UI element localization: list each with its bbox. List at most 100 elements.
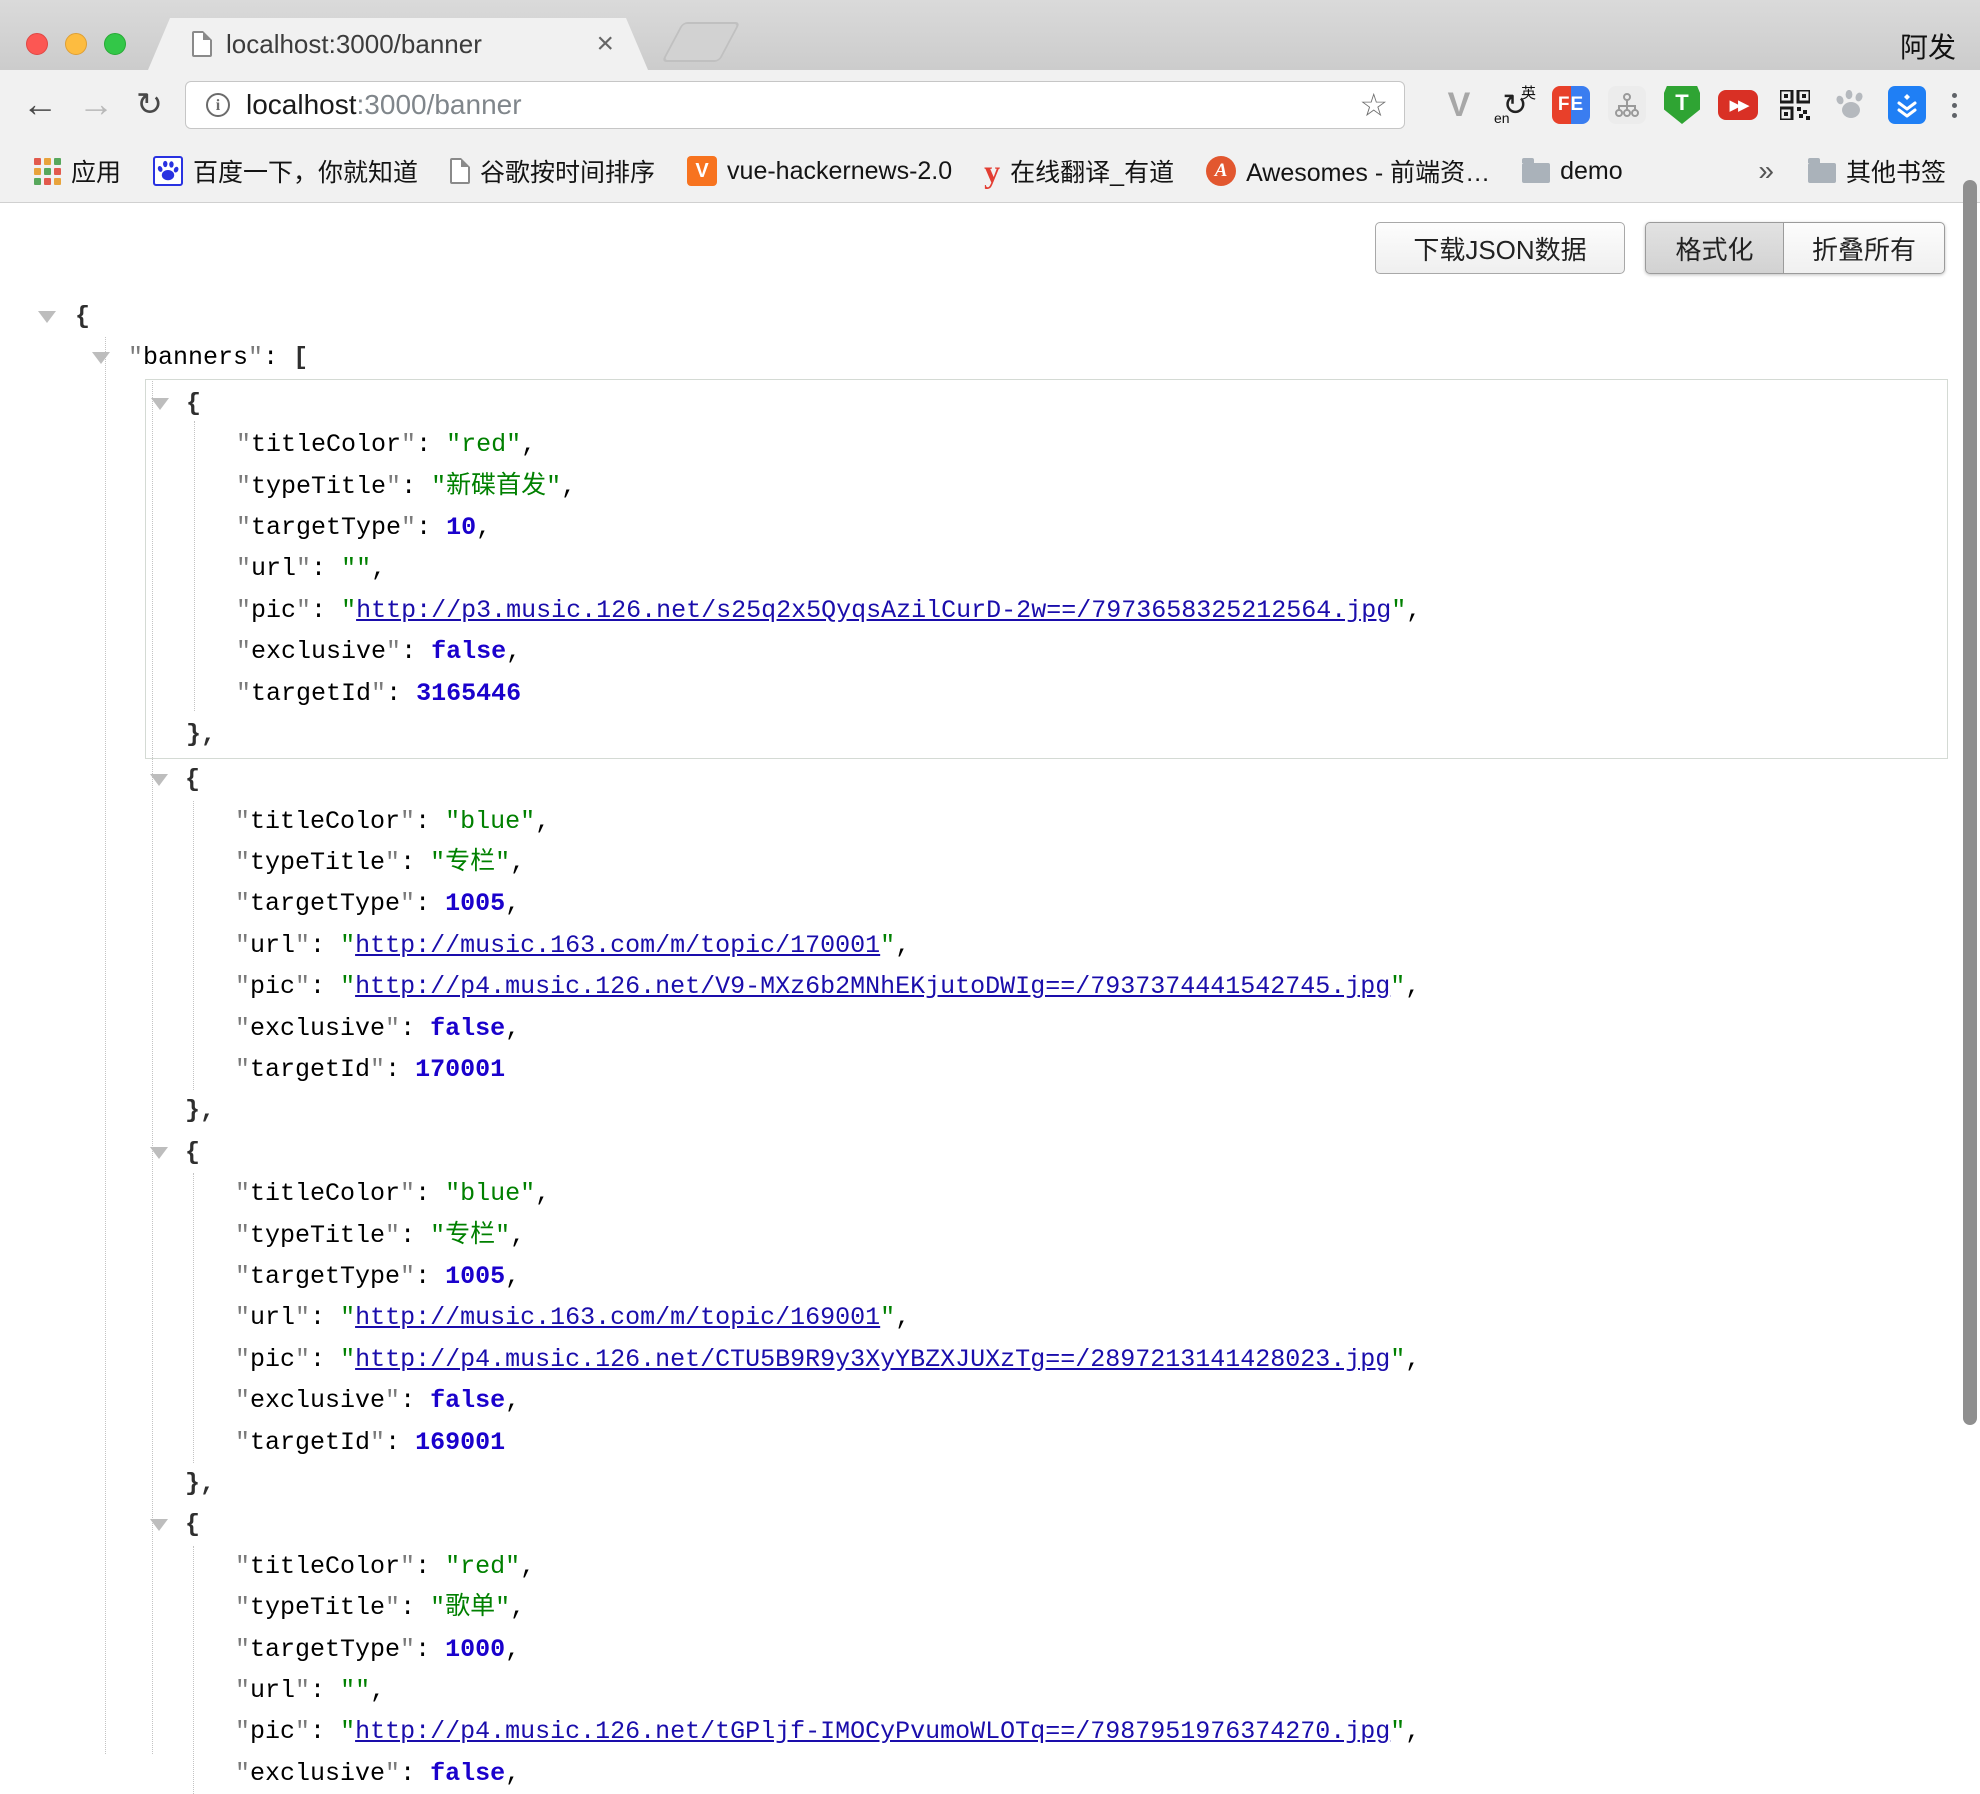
json-token: "新碟首发" — [431, 472, 561, 501]
json-line: "titleColor": "blue", — [0, 1173, 1980, 1214]
json-token: : — [400, 1759, 430, 1788]
bookmark-label: 百度一下，你就知道 — [193, 153, 418, 189]
download-json-button[interactable]: 下载JSON数据 — [1375, 222, 1625, 274]
json-token: : — [263, 343, 293, 372]
json-link[interactable]: http://p3.music.126.net/s25q2x5QyqsAzilC… — [356, 596, 1391, 625]
zoom-window-button[interactable] — [104, 33, 126, 55]
json-token: "red" — [446, 430, 521, 459]
json-token: " — [400, 889, 415, 918]
vue-devtools-icon[interactable]: V — [1440, 86, 1478, 124]
format-button[interactable]: 格式化 — [1645, 222, 1783, 274]
bookmark-youdao[interactable]: y 在线翻译_有道 — [976, 153, 1182, 190]
json-token: }, — [185, 1469, 215, 1498]
json-token: " — [295, 972, 310, 1001]
json-link[interactable]: http://p4.music.126.net/CTU5B9R9y3XyYBZX… — [355, 1345, 1390, 1374]
collapse-toggle-icon[interactable] — [150, 1147, 168, 1159]
forward-icon[interactable]: → — [78, 84, 114, 124]
page-info-icon[interactable]: i — [206, 93, 230, 117]
bookmark-demo-folder[interactable]: demo — [1514, 157, 1631, 186]
json-token: 1005 — [445, 1262, 505, 1291]
bookmark-label: 谷歌按时间排序 — [480, 153, 655, 189]
json-token: url — [251, 554, 296, 583]
bookmark-vue-hackernews[interactable]: V vue-hackernews-2.0 — [679, 156, 960, 186]
downloader-icon[interactable] — [1888, 86, 1926, 124]
json-link[interactable]: http://p4.music.126.net/tGPljf-IMOCyPvum… — [355, 1717, 1390, 1746]
json-token: " — [385, 1386, 400, 1415]
json-token: " — [340, 1345, 355, 1374]
bookmark-label: 应用 — [71, 153, 121, 189]
collapse-toggle-icon[interactable] — [150, 1519, 168, 1531]
json-line: "exclusive": false, — [0, 1753, 1980, 1794]
json-token: }, — [186, 720, 216, 749]
minimize-window-button[interactable] — [65, 33, 87, 55]
json-token: : — [401, 637, 431, 666]
json-token: " — [235, 1179, 250, 1208]
shield-t-icon[interactable]: T — [1664, 86, 1700, 124]
back-icon[interactable]: ← — [22, 84, 58, 124]
view-mode-button-group: 格式化 折叠所有 — [1645, 222, 1945, 274]
bookmark-google-sort[interactable]: 谷歌按时间排序 — [442, 153, 663, 189]
json-token: { — [186, 389, 201, 418]
bookmark-label: vue-hackernews-2.0 — [727, 157, 952, 186]
json-token: " — [400, 1179, 415, 1208]
close-window-button[interactable] — [26, 33, 48, 55]
fast-forward-icon[interactable]: ▶▶ — [1718, 90, 1758, 120]
fe-extension-icon[interactable]: FE — [1552, 86, 1590, 124]
reload-icon[interactable]: ↻ — [136, 84, 163, 124]
json-link[interactable]: http://music.163.com/m/topic/169001 — [355, 1303, 880, 1332]
json-token: " — [296, 554, 311, 583]
bookmark-awesomes[interactable]: A Awesomes - 前端资… — [1198, 153, 1498, 189]
json-token: " — [400, 1262, 415, 1291]
address-bar[interactable]: i localhost:3000/banner ☆ — [185, 81, 1405, 129]
bookmark-apps[interactable]: 应用 — [26, 153, 129, 189]
collapse-toggle-icon[interactable] — [38, 311, 56, 323]
json-token: false — [430, 1014, 505, 1043]
bookmarks-overflow-chevron[interactable]: » — [1748, 155, 1784, 187]
json-line: }, — [0, 1090, 1980, 1131]
json-token: , — [476, 513, 491, 542]
collapse-toggle-icon[interactable] — [151, 398, 169, 410]
tab-close-icon[interactable]: × — [596, 29, 614, 59]
browser-tab[interactable]: localhost:3000/banner × — [148, 18, 648, 70]
json-token: , — [510, 848, 525, 877]
collapse-all-button[interactable]: 折叠所有 — [1783, 222, 1945, 274]
json-token: " — [235, 1014, 250, 1043]
browser-menu-icon[interactable] — [1944, 86, 1964, 124]
other-bookmarks-folder[interactable]: 其他书签 — [1800, 153, 1954, 189]
bookmark-label: demo — [1560, 157, 1623, 186]
json-token: targetType — [250, 1635, 400, 1664]
json-line: "pic": "http://p4.music.126.net/V9-MXz6b… — [0, 966, 1980, 1007]
collapse-toggle-icon[interactable] — [150, 774, 168, 786]
paw-icon[interactable] — [1832, 86, 1870, 124]
bookmark-star-icon[interactable]: ☆ — [1359, 86, 1388, 124]
json-link[interactable]: http://music.163.com/m/topic/170001 — [355, 931, 880, 960]
json-token: typeTitle — [250, 1221, 385, 1250]
json-token: " — [385, 1759, 400, 1788]
bookmark-label: 其他书签 — [1846, 153, 1946, 189]
sitemap-icon[interactable] — [1608, 86, 1646, 124]
scrollbar-thumb[interactable] — [1963, 180, 1977, 1425]
json-token: " — [385, 1593, 400, 1622]
bookmark-label: Awesomes - 前端资… — [1246, 153, 1490, 189]
json-token: " — [340, 1717, 355, 1746]
new-tab-button[interactable] — [661, 22, 740, 62]
json-token: exclusive — [250, 1014, 385, 1043]
json-line: { — [0, 1504, 1980, 1545]
json-token: : — [385, 1428, 415, 1457]
json-line: "titleColor": "red", — [146, 424, 1947, 465]
bookmark-baidu[interactable]: 百度一下，你就知道 — [145, 153, 426, 189]
qr-code-icon[interactable] — [1776, 86, 1814, 124]
json-token: " — [295, 931, 310, 960]
translate-icon[interactable]: ↻英en — [1496, 86, 1534, 124]
json-object: {"titleColor": "blue","typeTitle": "专栏",… — [0, 1132, 1980, 1505]
json-token: pic — [250, 972, 295, 1001]
url-text[interactable]: localhost:3000/banner — [246, 89, 522, 121]
json-token: " — [386, 637, 401, 666]
json-token: " — [235, 972, 250, 1001]
json-token: " — [235, 1676, 250, 1705]
collapse-toggle-icon[interactable] — [92, 352, 110, 364]
json-line: "exclusive": false, — [146, 631, 1947, 672]
json-link[interactable]: http://p4.music.126.net/V9-MXz6b2MNhEKju… — [355, 972, 1390, 1001]
json-token: : — [310, 1676, 340, 1705]
json-token: titleColor — [250, 1179, 400, 1208]
